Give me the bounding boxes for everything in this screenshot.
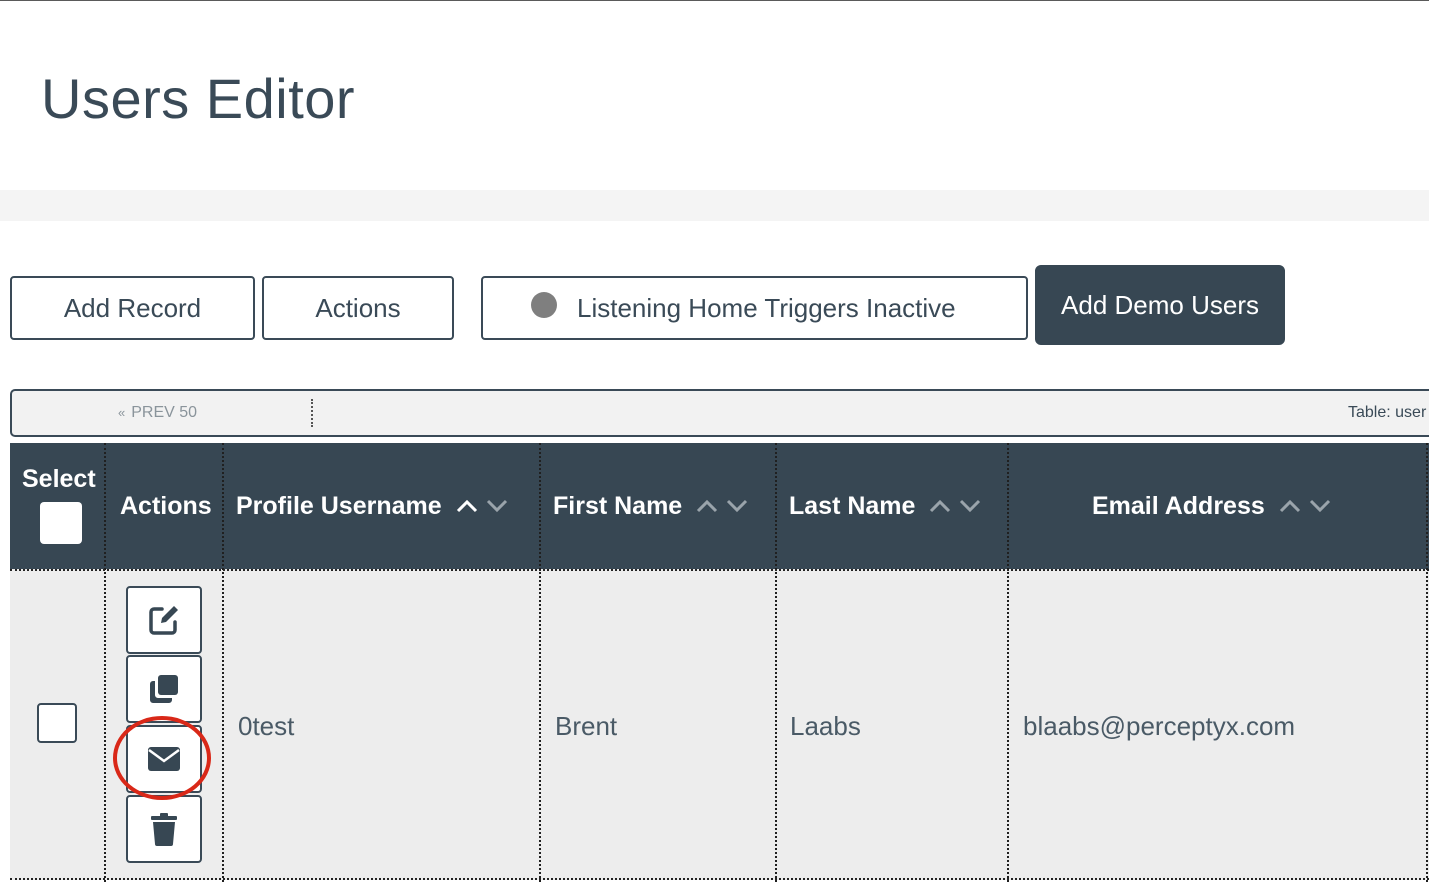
double-chevron-left-icon: « [118, 405, 126, 420]
first-name-cell: Brent [555, 711, 618, 741]
column-divider [775, 443, 777, 882]
copy-icon [150, 675, 178, 703]
pager-separator [311, 399, 313, 427]
prev-page-link[interactable]: « PREV 50 [118, 404, 197, 422]
profile-username-header-label: Profile Username [236, 491, 442, 520]
profile-username-column-header[interactable]: Profile Username [236, 443, 508, 569]
sort-ascending-icon[interactable] [696, 499, 718, 513]
row-select-checkbox[interactable] [37, 703, 77, 743]
add-record-button[interactable]: Add Record [10, 276, 255, 340]
delete-button[interactable] [126, 795, 202, 863]
select-header-label: Select [22, 464, 96, 493]
column-divider [222, 443, 224, 882]
duplicate-button[interactable] [126, 655, 202, 723]
select-all-checkbox[interactable] [40, 501, 82, 544]
sort-ascending-icon[interactable] [929, 499, 951, 513]
listening-triggers-label: Listening Home Triggers Inactive [577, 292, 956, 323]
email-column-header[interactable]: Email Address [1092, 443, 1331, 569]
column-divider [1007, 443, 1009, 882]
email-cell: blaabs@perceptyx.com [1023, 711, 1296, 741]
column-divider [539, 443, 541, 882]
sort-descending-icon[interactable] [726, 499, 748, 513]
column-divider [1426, 443, 1428, 882]
last-name-column-header[interactable]: Last Name [789, 443, 981, 569]
column-divider [104, 443, 106, 882]
annotation-circle [113, 716, 211, 800]
email-header-label: Email Address [1092, 491, 1265, 520]
status-dot-icon [531, 292, 557, 318]
actions-header-label: Actions [120, 491, 212, 520]
listening-triggers-toggle[interactable]: Listening Home Triggers Inactive [481, 276, 1028, 340]
pagination-bar: « PREV 50 Table: user [10, 389, 1429, 437]
sort-descending-icon[interactable] [959, 499, 981, 513]
trash-icon [151, 813, 177, 846]
sort-descending-icon[interactable] [1309, 499, 1331, 513]
actions-button[interactable]: Actions [262, 276, 454, 340]
add-demo-users-button[interactable]: Add Demo Users [1035, 265, 1285, 345]
last-name-cell: Laabs [790, 711, 861, 741]
sort-ascending-icon[interactable] [1279, 499, 1301, 513]
section-divider [0, 190, 1429, 221]
actions-column-header: Actions [120, 443, 212, 569]
page-title: Users Editor [41, 67, 356, 130]
edit-button[interactable] [126, 586, 202, 654]
table-name-label: Table: user [1348, 404, 1427, 421]
edit-icon [149, 606, 178, 635]
select-column-header: Select [22, 443, 112, 569]
sort-descending-icon[interactable] [486, 499, 508, 513]
prev-page-label: PREV 50 [131, 404, 198, 421]
first-name-column-header[interactable]: First Name [553, 443, 748, 569]
sort-ascending-icon[interactable] [456, 499, 478, 513]
last-name-header-label: Last Name [789, 491, 916, 520]
top-border [0, 0, 1429, 1]
first-name-header-label: First Name [553, 491, 683, 520]
profile-username-cell: 0test [238, 711, 295, 741]
